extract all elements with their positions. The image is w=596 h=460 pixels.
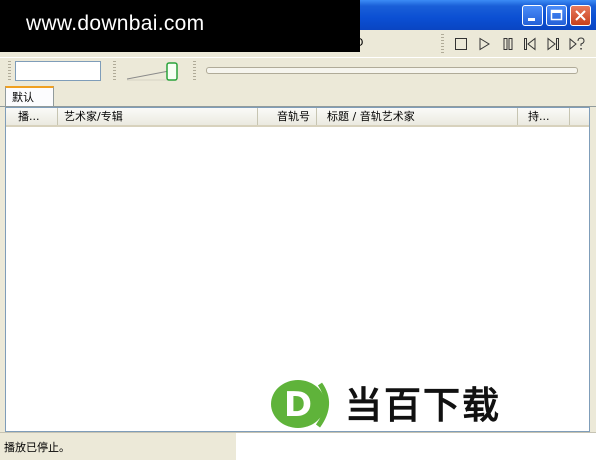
logo-icon: D [271,380,329,428]
minimize-icon [528,18,535,21]
toolbar-grip[interactable] [441,34,444,54]
watermark-text: www.downbai.com [26,12,205,35]
volume-slider[interactable] [127,61,179,83]
column-header-artist-album[interactable]: 艺术家/专辑 [58,108,258,125]
stop-icon [455,38,467,50]
status-text: 播放已停止。 [4,441,70,454]
status-bar: 播放已停止。 [0,432,596,460]
watermark-banner: www.downbai.com [0,0,360,52]
column-header-track-number[interactable]: 音轨号 [258,108,317,125]
seek-bar[interactable] [206,67,578,74]
random-icon [569,37,585,51]
maximize-button[interactable] [546,5,567,26]
volume-thumb[interactable] [166,62,178,81]
logo-letter: D [284,385,312,425]
column-header-duration[interactable]: 持... [518,108,570,125]
toolbar-grip[interactable] [8,61,11,81]
maximize-icon [550,9,563,21]
playlist-header: 播... 艺术家/专辑 音轨号 标题 / 音轨艺术家 持... [6,108,589,127]
tab-default[interactable]: 默认 [5,86,54,106]
status-panel [236,433,596,460]
pause-icon [503,38,513,50]
previous-button[interactable] [522,36,538,52]
search-input[interactable] [15,61,101,81]
column-header-playing[interactable]: 播... [6,108,58,125]
app-window: D www.downbai.com 默认 播... 艺术家/专辑 [0,0,596,460]
pause-button[interactable] [500,36,516,52]
toolbar-grip[interactable] [193,61,196,81]
play-button[interactable] [476,36,492,52]
previous-icon [524,37,536,51]
logo-text: 当百下载 [345,384,501,427]
playlist-tabs [0,86,596,107]
close-icon [575,10,586,21]
random-button[interactable] [568,36,585,52]
minimize-button[interactable] [522,5,543,26]
stop-button[interactable] [453,36,469,52]
column-header-title[interactable]: 标题 / 音轨艺术家 [317,108,518,125]
next-button[interactable] [545,36,561,52]
play-icon [479,37,490,51]
toolbar-grip[interactable] [113,61,116,81]
next-icon [547,37,559,51]
close-button[interactable] [570,5,591,26]
